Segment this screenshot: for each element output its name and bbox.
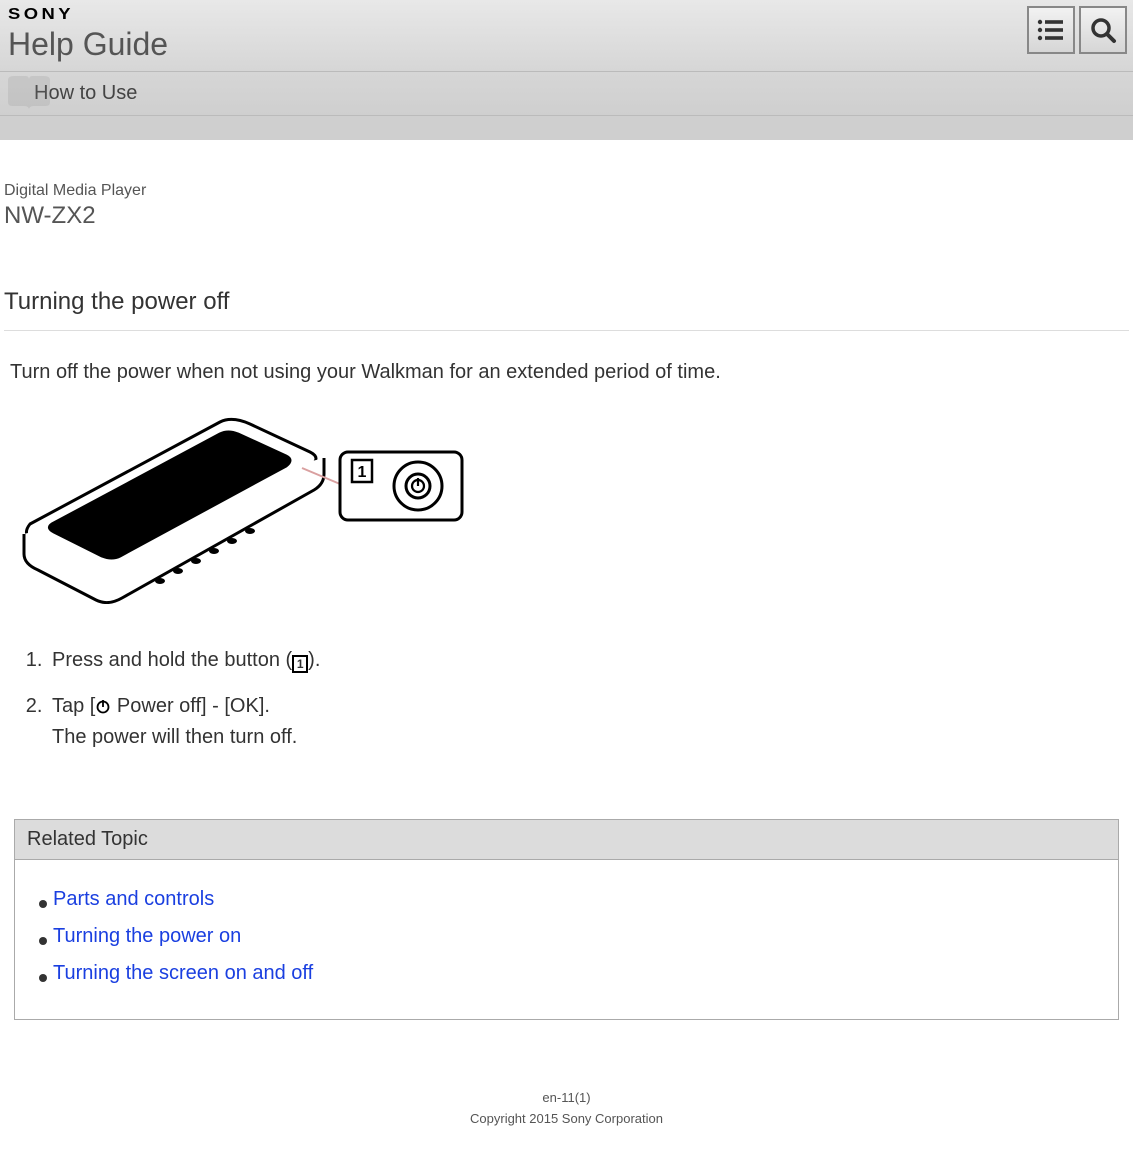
callout-number: 1 xyxy=(358,464,367,481)
header-buttons xyxy=(1027,6,1127,54)
step-2-mid: Power off] - [OK]. xyxy=(111,695,270,717)
related-link-parts[interactable]: Parts and controls xyxy=(53,888,214,910)
step-1-pre: Press and hold the button ( xyxy=(52,649,292,671)
step-2-pre: Tap [ xyxy=(52,695,95,717)
list-icon xyxy=(1037,19,1065,41)
menu-button[interactable] xyxy=(1027,6,1075,54)
power-icon xyxy=(95,697,111,720)
step-1: Press and hold the button (1). xyxy=(48,649,1129,673)
header-bar: SONY Help Guide xyxy=(0,0,1133,72)
brand-logo: SONY xyxy=(8,6,1133,24)
list-item: Parts and controls xyxy=(39,888,1094,911)
related-topic-box: Related Topic Parts and controls Turning… xyxy=(14,819,1119,1020)
step-2: Tap [ Power off] - [OK]. The power will … xyxy=(48,695,1129,749)
product-model: NW-ZX2 xyxy=(4,202,1129,230)
related-topic-list: Parts and controls Turning the power on … xyxy=(15,860,1118,1019)
footer: en-11(1) Copyright 2015 Sony Corporation xyxy=(4,1090,1129,1152)
search-icon xyxy=(1089,16,1117,44)
related-topic-header: Related Topic xyxy=(15,820,1118,860)
footer-doc-id: en-11(1) xyxy=(4,1090,1129,1105)
gray-strip xyxy=(0,116,1133,140)
related-link-screen[interactable]: Turning the screen on and off xyxy=(53,962,313,984)
book-icon xyxy=(4,72,54,115)
product-category: Digital Media Player xyxy=(4,182,1129,200)
device-illustration: 1 xyxy=(4,404,1129,609)
search-button[interactable] xyxy=(1079,6,1127,54)
app-title: Help Guide xyxy=(8,26,1125,63)
intro-text: Turn off the power when not using your W… xyxy=(4,361,1129,384)
footer-copyright: Copyright 2015 Sony Corporation xyxy=(4,1111,1129,1126)
related-link-power-on[interactable]: Turning the power on xyxy=(53,925,241,947)
step-1-box-icon: 1 xyxy=(292,655,308,673)
page-title: Turning the power off xyxy=(4,288,1129,331)
subheader-bar: How to Use xyxy=(0,72,1133,116)
list-item: Turning the power on xyxy=(39,925,1094,948)
main-content: Digital Media Player NW-ZX2 Turning the … xyxy=(0,182,1133,1152)
step-2-sub: The power will then turn off. xyxy=(52,726,1129,749)
steps-list: Press and hold the button (1). Tap [ Pow… xyxy=(4,649,1129,749)
step-1-post: ). xyxy=(308,649,320,671)
list-item: Turning the screen on and off xyxy=(39,962,1094,985)
